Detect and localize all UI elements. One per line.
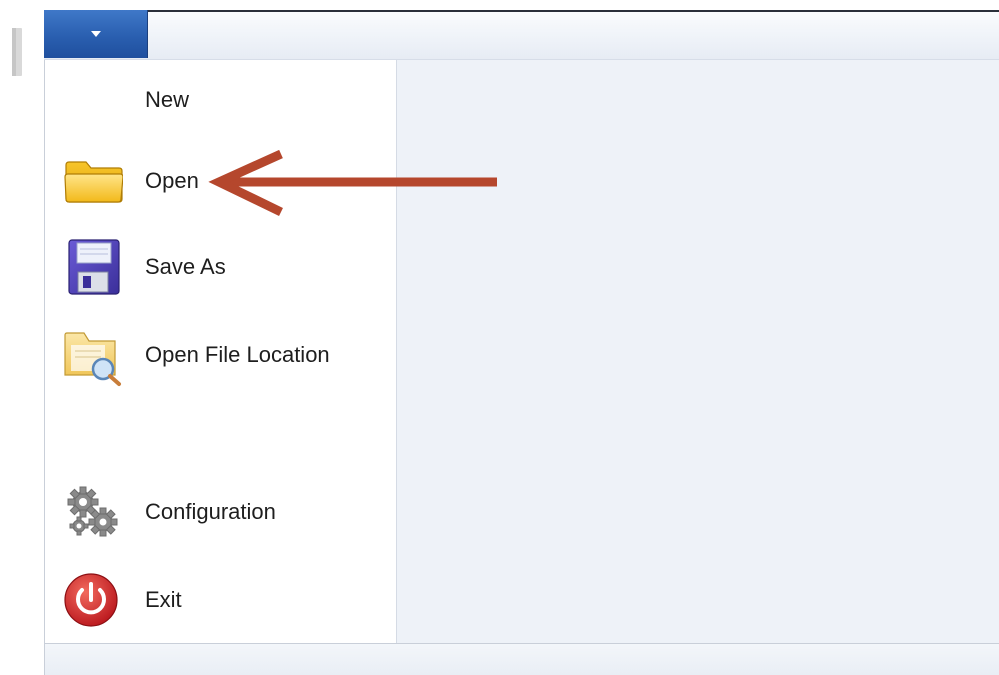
menu-item-label: Open [145,168,199,193]
status-bar [44,643,999,675]
window-edge-remnant [12,28,22,76]
menu-item-label: Save As [145,254,226,279]
menu-item-configuration[interactable]: Configuration [45,477,396,547]
folder-search-icon [63,327,123,386]
menu-item-open-file-location[interactable]: Open File Location [45,320,396,390]
menu-item-new[interactable]: New [45,65,396,135]
floppy-disk-icon [63,239,123,295]
menu-item-label: Open File Location [145,342,330,367]
menu-item-exit[interactable]: Exit [45,565,396,635]
blank-icon [63,72,123,128]
menu-item-open[interactable]: Open [45,146,396,216]
menu-item-save-as[interactable]: Save As [45,232,396,302]
menu-item-label: New [145,87,190,112]
application-menu: New Open Save As Open File Location Conf… [44,60,397,643]
application-window: New Open Save As Open File Location Conf… [0,0,999,675]
application-menu-button[interactable] [44,10,148,58]
folder-icon [63,153,124,209]
menu-item-label: Exit [145,587,182,612]
backstage-content-area [397,60,999,643]
ribbon-bar [44,10,999,60]
gears-icon [63,484,123,540]
chevron-down-icon [90,31,101,37]
menu-item-label: Configuration [145,499,276,524]
power-icon [63,572,123,628]
